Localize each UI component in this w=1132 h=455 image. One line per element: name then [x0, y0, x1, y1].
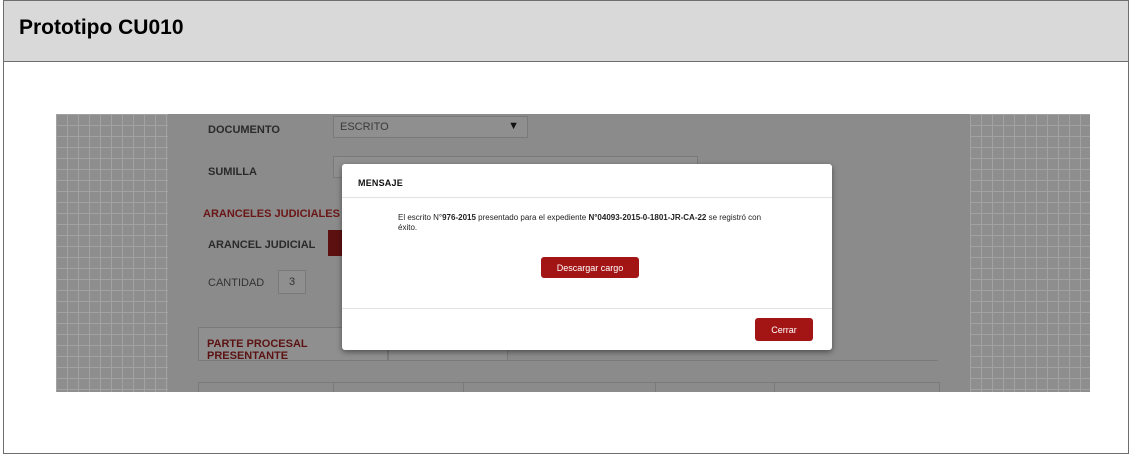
table-col-divider [939, 382, 940, 392]
table-col-divider [655, 382, 656, 392]
escrito-number: 976-2015 [442, 213, 476, 222]
documento-select-value: ESCRITO [340, 121, 389, 133]
table-col-divider [333, 382, 334, 392]
cantidad-label: CANTIDAD [208, 277, 265, 289]
dialog-title: MENSAJE [358, 178, 403, 188]
dropdown-arrow-icon: ▼ [508, 120, 519, 132]
dialog-header-divider [342, 197, 832, 198]
table-col-divider [774, 382, 775, 392]
dialog-message: El escrito N°976-2015 presentado para el… [398, 213, 778, 233]
message-prefix: El escrito N° [398, 213, 443, 222]
background-pattern-left [56, 114, 168, 392]
tab-parte-procesal-label: PARTE PROCESAL PRESENTANTE [207, 338, 308, 362]
arancel-add-button[interactable] [328, 230, 342, 256]
message-dialog: MENSAJE El escrito N°976-2015 presentado… [342, 164, 832, 350]
message-middle: presentado para el expediente [475, 213, 589, 222]
tab-underline [508, 360, 938, 361]
dialog-footer-divider [342, 308, 832, 309]
expediente-number: N°04093-2015-0-1801-JR-CA-22 [588, 213, 707, 222]
table-top-border [198, 382, 940, 383]
aranceles-heading: ARANCELES JUDICIALES [203, 208, 340, 220]
download-cargo-button[interactable]: Descargar cargo [541, 257, 639, 278]
arancel-label: ARANCEL JUDICIAL [208, 239, 316, 251]
cantidad-input[interactable]: 3 [278, 270, 306, 294]
document-header: Prototipo CU010 [4, 1, 1128, 62]
documento-label: DOCUMENTO [208, 124, 280, 136]
sumilla-label: SUMILLA [208, 166, 257, 178]
table-col-divider [463, 382, 464, 392]
document-title: Prototipo CU010 [19, 16, 184, 39]
prototype-screenshot: DOCUMENTO ESCRITO ▼ SUMILLA ARANCELES JU… [56, 114, 1090, 392]
documento-select[interactable]: ESCRITO ▼ [333, 116, 528, 138]
background-pattern-right [970, 114, 1090, 392]
close-button[interactable]: Cerrar [755, 318, 813, 341]
table-col-divider [198, 382, 199, 392]
document-frame: Prototipo CU010 DOCUMENTO ESCRITO ▼ SUMI… [3, 0, 1129, 454]
